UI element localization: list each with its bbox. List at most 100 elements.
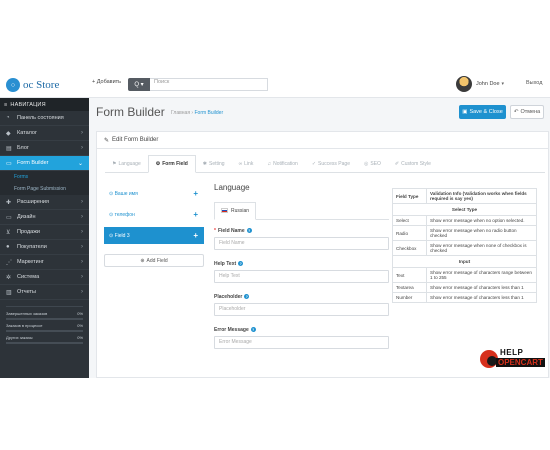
cell-type: Number (392, 292, 427, 303)
sidebar-item-label: Form Builder (17, 160, 49, 166)
sidebar-subitem-label: Forms (14, 174, 29, 180)
sidebar-item-system[interactable]: ✲ Система › (0, 270, 89, 285)
cell-info: Show error message when no radio button … (426, 225, 537, 241)
sidebar-item-form-builder[interactable]: ▭ Form Builder ⌄ (0, 156, 89, 171)
col-field-type: Field Type (392, 188, 427, 204)
table-row: Number Show error message of characters … (392, 292, 537, 303)
field-item-active[interactable]: ⊙ Field 3 + (104, 227, 204, 244)
help-icon[interactable]: ? (238, 261, 244, 266)
breadcrumb-current-link[interactable]: Form Builder (194, 110, 223, 116)
error-message-input[interactable]: Error Message (214, 335, 389, 349)
help-icon[interactable]: ? (244, 294, 250, 299)
expand-plus-icon[interactable]: + (193, 231, 198, 240)
label-text: Placeholder (214, 293, 243, 300)
user-menu[interactable]: John Doe ▾ (456, 76, 504, 92)
sidebar-item-marketing[interactable]: ⋰ Маркетинг › (0, 255, 89, 270)
file-icon: ▭ (6, 160, 12, 167)
tab-form-field[interactable]: ⚙ Form Field (147, 155, 196, 173)
placeholder-label: Placeholder ? (214, 294, 389, 300)
stat-label: Завершенных заказов (6, 311, 48, 316)
tab-custom-style[interactable]: ✐ Custom Style (388, 155, 438, 173)
stat-value: 0% (77, 311, 83, 316)
pencil-icon: ✎ (104, 137, 110, 144)
sidebar-subitem-form-page-submission[interactable]: Form Page Submission (0, 183, 89, 195)
expand-plus-icon[interactable]: + (193, 210, 198, 219)
add-new-button[interactable]: + Добавить (92, 79, 121, 85)
table-header-row: Field Type Validation Info (Validation w… (392, 188, 537, 204)
search-group: Q ▾ Поиск (128, 78, 268, 91)
search-icon[interactable]: Q ▾ (128, 78, 150, 91)
help-text-input[interactable]: Help Text (214, 269, 389, 283)
sidebar-subitem-forms[interactable]: Forms (0, 171, 89, 183)
field-name-input[interactable]: Field Name (214, 236, 389, 250)
help-icon[interactable]: ? (250, 327, 256, 332)
globe-icon: ◎ (363, 161, 369, 167)
tab-seo[interactable]: ◎ SEO (357, 155, 388, 173)
sidebar-item-customers[interactable]: ● Покупатели › (0, 240, 89, 255)
table-category-row: Input (392, 255, 537, 268)
category-input: Input (392, 255, 537, 268)
expand-plus-icon[interactable]: + (193, 189, 198, 198)
undo-icon: ↶ (513, 109, 519, 115)
chevron-right-icon: › (81, 145, 83, 151)
field-item[interactable]: ⊙ Ваше имя + (104, 185, 204, 202)
help-text-label: Help Text ? (214, 261, 389, 267)
stat-value: 0% (77, 335, 83, 340)
sidebar-item-sales[interactable]: ⊻ Продажи › (0, 225, 89, 240)
menu-icon: ≡ (4, 101, 8, 108)
tab-label: Link (244, 161, 254, 167)
sidebar-item-label: Продажи (17, 229, 40, 235)
stat-row: Завершенных заказов 0% (6, 311, 83, 316)
tab-setting[interactable]: ✱ Setting (196, 155, 232, 173)
watermark-line2: OPENCART (496, 358, 545, 367)
col-validation-info: Validation Info (Validation works when f… (426, 188, 537, 204)
field-item[interactable]: ⊙ телефон + (104, 206, 204, 223)
help-icon[interactable]: ? (246, 228, 252, 233)
add-field-label: Add Field (146, 257, 168, 264)
sidebar-item-dashboard[interactable]: ◔ Панель состояния (0, 111, 89, 126)
chevron-right-icon: › (81, 244, 83, 250)
chevron-right-icon: › (81, 259, 83, 265)
table-row: Textarea Show error message of character… (392, 282, 537, 293)
breadcrumb-home-link[interactable]: Главная (171, 110, 190, 116)
sidebar: ≡ НАВИГАЦИЯ ◔ Панель состояния ◆ Каталог… (0, 98, 89, 378)
sidebar-item-label: Дизайн (17, 214, 36, 220)
add-field-button[interactable]: ⊕ Add Field (104, 254, 204, 267)
label-text: Field Name (217, 227, 245, 234)
cell-info: Show error message when none of checkbox… (426, 240, 537, 256)
table-row: Text Show error message of characters ra… (392, 267, 537, 283)
language-tab-russian[interactable]: Russian (214, 201, 257, 220)
sidebar-item-catalog[interactable]: ◆ Каталог › (0, 126, 89, 141)
sidebar-item-label: Система (17, 274, 40, 280)
tab-success-page[interactable]: ✓ Success Page (305, 155, 357, 173)
chevron-down-icon: ▾ (501, 81, 505, 87)
cancel-button[interactable]: ↶ Отмена (510, 105, 544, 119)
stat-progress-bar (6, 342, 83, 344)
sidebar-subitem-label: Form Page Submission (14, 186, 66, 192)
logo-text: oc Store (23, 79, 60, 91)
logout-button[interactable]: Выход (526, 80, 542, 86)
share-icon: ⋰ (6, 259, 12, 266)
cell-type: Select (392, 215, 427, 226)
logo-icon: ○ (6, 78, 20, 92)
gear-icon: ⚙ (155, 161, 161, 167)
sidebar-item-design[interactable]: ▭ Дизайн › (0, 210, 89, 225)
field-label: Field 3 (114, 232, 130, 239)
tab-link[interactable]: ∞ Link (232, 155, 261, 173)
tab-notification[interactable]: ♫ Notification (260, 155, 304, 173)
avatar (456, 76, 472, 92)
editor-title: Language (214, 183, 250, 192)
stat-value: 0% (77, 323, 83, 328)
placeholder-input[interactable]: Placeholder (214, 302, 389, 316)
save-close-button[interactable]: ▣ Save & Close (459, 105, 506, 119)
stat-progress-bar (6, 318, 83, 320)
sidebar-item-blog[interactable]: ▤ Блог › (0, 141, 89, 156)
tab-language[interactable]: ⚑ Language (105, 155, 148, 173)
sidebar-item-reports[interactable]: ▥ Отчеты › (0, 285, 89, 300)
cell-type: Text (392, 267, 427, 283)
stat-row: Заказов в процессе 0% (6, 323, 83, 328)
sidebar-item-extensions[interactable]: ✚ Расширения › (0, 195, 89, 210)
store-logo[interactable]: ○ oc Store (6, 76, 59, 94)
tab-bar: ⚑ Language ⚙ Form Field ✱ Setting ∞ Link ♫ No… (105, 155, 545, 173)
search-input[interactable]: Поиск (150, 78, 268, 91)
